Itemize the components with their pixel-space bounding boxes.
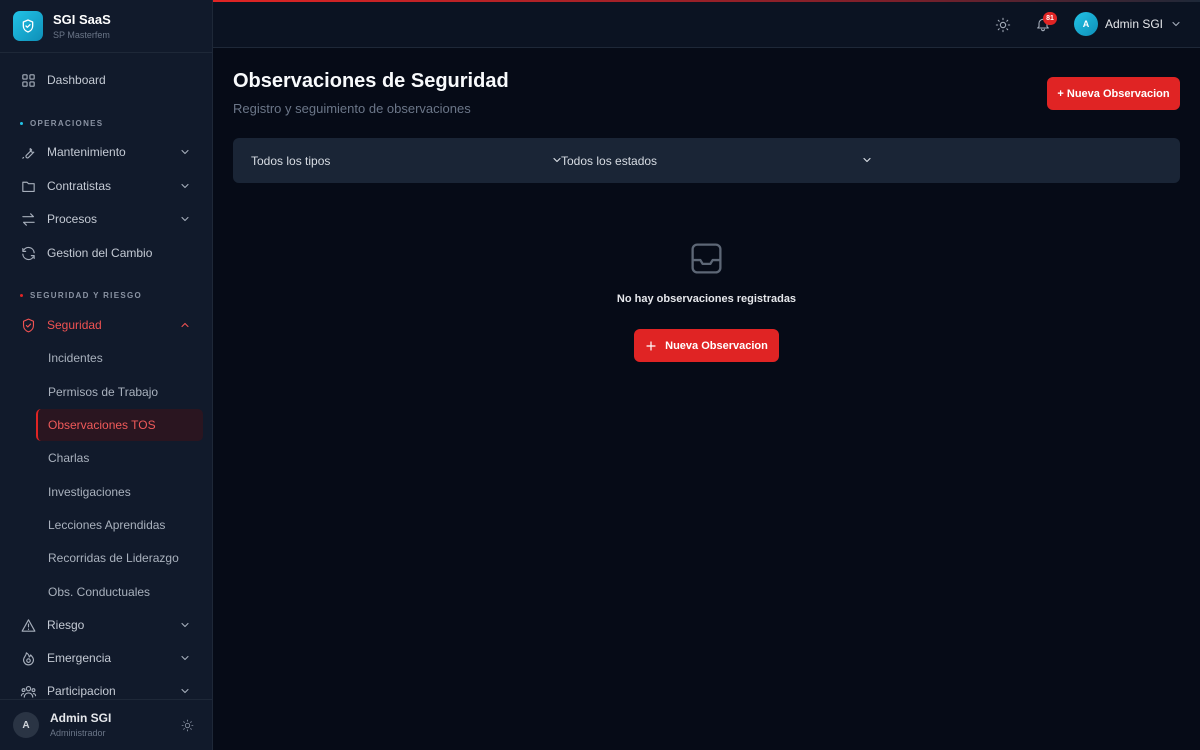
sidebar-item-label: Participacion <box>47 684 116 698</box>
sun-icon[interactable] <box>995 17 1011 33</box>
chevron-down-icon <box>1170 18 1182 30</box>
section-label-text: SEGURIDAD Y RIESGO <box>30 291 143 300</box>
sidebar-item-label: Seguridad <box>47 318 102 332</box>
user-role: Administrador <box>50 728 106 738</box>
user-name: Admin SGI <box>1105 17 1164 31</box>
shield-icon <box>20 317 37 334</box>
folder-icon <box>20 178 37 195</box>
button-label: Nueva Observacion <box>665 339 768 352</box>
refresh-icon <box>20 245 37 262</box>
section-label-operaciones: OPERACIONES <box>20 119 103 128</box>
sidebar: SGI SaaS SP Masterfem Dashboard OPERACIO… <box>0 0 213 750</box>
avatar: A <box>1074 12 1098 36</box>
users-icon <box>20 683 37 700</box>
new-observation-button[interactable]: + Nueva Observacion <box>1047 77 1180 110</box>
chevron-down-icon <box>179 146 191 158</box>
sidebar-item-riesgo[interactable]: Riesgo <box>12 610 203 640</box>
sidebar-item-label: Dashboard <box>47 73 106 87</box>
sidebar-item-label: Procesos <box>47 212 98 226</box>
sidebar-user-footer[interactable]: A Admin SGI Administrador <box>0 699 212 750</box>
sidebar-subitem-charlas[interactable]: Charlas <box>36 442 203 474</box>
sidebar-subitem-observaciones[interactable]: Observaciones TOS <box>36 409 203 441</box>
brand-title: SGI SaaS <box>53 11 111 27</box>
inbox-icon <box>688 240 725 277</box>
chevron-down-icon <box>179 213 191 225</box>
sidebar-subitem-incidentes[interactable]: Incidentes <box>36 342 203 374</box>
sidebar-subitem-investigaciones[interactable]: Investigaciones <box>36 476 203 508</box>
chevron-down-icon <box>861 154 873 166</box>
sidebar-item-label: Gestion del Cambio <box>47 246 153 260</box>
plus-icon <box>645 340 657 352</box>
notification-badge: 81 <box>1043 12 1057 25</box>
type-filter-value: Todos los tipos <box>251 153 331 168</box>
section-label-seguridad-riesgo: SEGURIDAD Y RIESGO <box>20 291 142 300</box>
user-menu[interactable]: A Admin SGI <box>1074 12 1182 36</box>
chevron-down-icon <box>179 180 191 192</box>
sun-icon[interactable] <box>181 719 194 732</box>
page-title: Observaciones de Seguridad <box>233 70 509 92</box>
sidebar-item-dashboard[interactable]: Dashboard <box>12 65 203 95</box>
sidebar-subitem-permisos[interactable]: Permisos de Trabajo <box>36 376 203 408</box>
sidebar-item-emergencia[interactable]: Emergencia <box>12 643 203 673</box>
sidebar-item-seguridad[interactable]: Seguridad <box>12 310 203 340</box>
sidebar-item-gestion-cambio[interactable]: Gestion del Cambio <box>12 238 203 268</box>
filter-bar: Todos los tipos Todos los estados <box>233 138 1180 183</box>
arrows-icon <box>20 211 37 228</box>
avatar: A <box>13 712 39 738</box>
sidebar-subitem-recorridas[interactable]: Recorridas de Liderazgo <box>36 542 203 574</box>
brand-subtitle: SP Masterfem <box>53 29 110 40</box>
wrench-icon <box>20 144 37 161</box>
shield-check-icon <box>13 11 43 41</box>
warning-icon <box>20 617 37 634</box>
empty-new-observation-button[interactable]: Nueva Observacion <box>634 329 779 362</box>
section-label-text: OPERACIONES <box>30 119 104 128</box>
user-name: Admin SGI <box>50 711 112 725</box>
sidebar-item-label: Mantenimiento <box>47 145 126 159</box>
type-filter-select[interactable]: Todos los tipos <box>251 138 561 183</box>
sidebar-item-mantenimiento[interactable]: Mantenimiento <box>12 137 203 167</box>
topbar: 81 A Admin SGI <box>213 0 1200 48</box>
chevron-down-icon <box>179 685 191 697</box>
brand[interactable]: SGI SaaS SP Masterfem <box>0 0 212 53</box>
status-filter-value: Todos los estados <box>561 153 658 168</box>
sidebar-subitem-lecciones[interactable]: Lecciones Aprendidas <box>36 509 203 541</box>
chevron-up-icon <box>179 319 191 331</box>
section-dot <box>20 122 23 125</box>
sidebar-item-contratistas[interactable]: Contratistas <box>12 171 203 201</box>
grid-icon <box>20 72 37 89</box>
status-filter-select[interactable]: Todos los estados <box>561 138 871 183</box>
sidebar-item-label: Riesgo <box>47 618 85 632</box>
sidebar-subitem-conductuales[interactable]: Obs. Conductuales <box>36 576 203 608</box>
section-dot <box>20 294 23 297</box>
empty-state-message: No hay observaciones registradas <box>616 293 797 305</box>
page-subtitle: Registro y seguimiento de observaciones <box>233 101 471 116</box>
chevron-down-icon <box>179 619 191 631</box>
chevron-down-icon <box>179 652 191 664</box>
sidebar-item-label: Emergencia <box>47 651 112 665</box>
sidebar-item-label: Contratistas <box>47 179 112 193</box>
flame-icon <box>20 650 37 667</box>
sidebar-item-procesos[interactable]: Procesos <box>12 204 203 234</box>
